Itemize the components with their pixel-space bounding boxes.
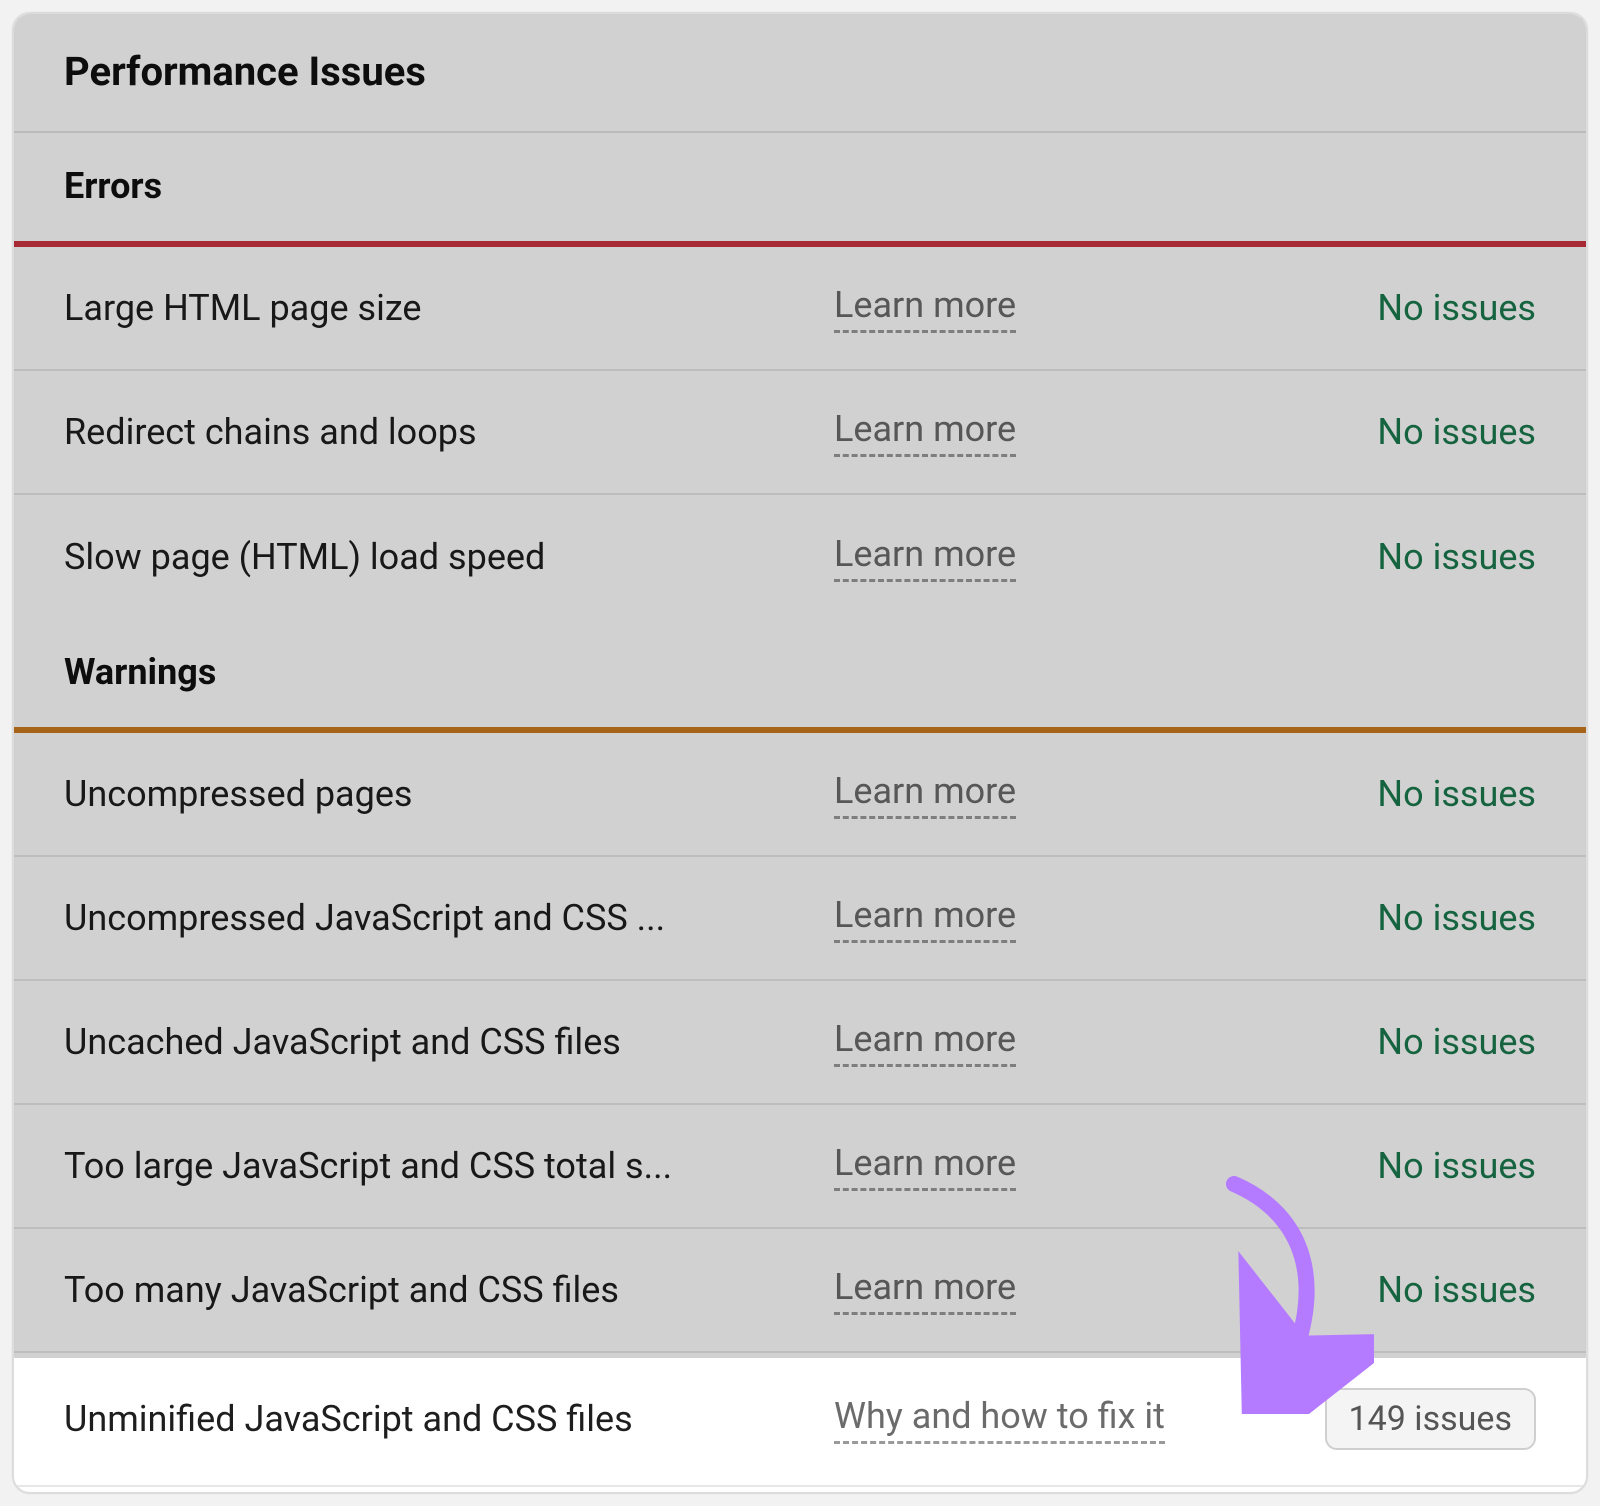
issues-count-button[interactable]: 149 issues [1325, 1388, 1536, 1450]
issue-row-highlight: Unminified JavaScript and CSS files Why … [14, 1353, 1586, 1487]
issue-status: No issues [1377, 897, 1536, 939]
issue-row: Uncompressed JavaScript and CSS ... Lear… [14, 857, 1586, 981]
issue-name: Large HTML page size [64, 287, 834, 329]
performance-issues-panel: Performance Issues Errors Large HTML pag… [12, 12, 1588, 1494]
learn-more-link[interactable]: Learn more [834, 408, 1016, 457]
issue-name: Uncompressed JavaScript and CSS ... [64, 897, 834, 939]
learn-more-link[interactable]: Learn more [834, 770, 1016, 819]
learn-more-link[interactable]: Learn more [834, 894, 1016, 943]
issue-row: Too large JavaScript and CSS total s... … [14, 1105, 1586, 1229]
issue-name: Uncached JavaScript and CSS files [64, 1021, 834, 1063]
issue-status: No issues [1377, 536, 1536, 578]
issue-row: Redirect chains and loops Learn more No … [14, 371, 1586, 495]
issue-name: Redirect chains and loops [64, 411, 834, 453]
issue-name: Uncompressed pages [64, 773, 834, 815]
issue-status: No issues [1377, 773, 1536, 815]
issue-status: No issues [1377, 287, 1536, 329]
issue-row: Uncompressed pages Learn more No issues [14, 733, 1586, 857]
issue-name: Slow page (HTML) load speed [64, 536, 834, 578]
issue-name: Too many JavaScript and CSS files [64, 1269, 834, 1311]
issue-status: No issues [1377, 1021, 1536, 1063]
issue-row: Too many JavaScript and CSS files Learn … [14, 1229, 1586, 1353]
learn-more-link[interactable]: Learn more [834, 1018, 1016, 1067]
learn-more-link[interactable]: Learn more [834, 1266, 1016, 1315]
learn-more-link[interactable]: Learn more [834, 1142, 1016, 1191]
section-header-warnings: Warnings [14, 619, 1586, 727]
issue-name: Too large JavaScript and CSS total s... [64, 1145, 834, 1187]
issue-status: No issues [1377, 411, 1536, 453]
section-header-errors: Errors [14, 133, 1586, 241]
learn-more-link[interactable]: Learn more [834, 533, 1016, 582]
issue-name: Unminified JavaScript and CSS files [64, 1398, 834, 1440]
why-fix-link[interactable]: Why and how to fix it [834, 1395, 1165, 1444]
issue-row: Slow page (HTML) load speed Learn more N… [14, 495, 1586, 619]
panel-title: Performance Issues [14, 14, 1586, 133]
issue-row: Uncached JavaScript and CSS files Learn … [14, 981, 1586, 1105]
issue-status: No issues [1377, 1145, 1536, 1187]
issue-row: Large HTML page size Learn more No issue… [14, 247, 1586, 371]
issue-status: No issues [1377, 1269, 1536, 1311]
learn-more-link[interactable]: Learn more [834, 284, 1016, 333]
